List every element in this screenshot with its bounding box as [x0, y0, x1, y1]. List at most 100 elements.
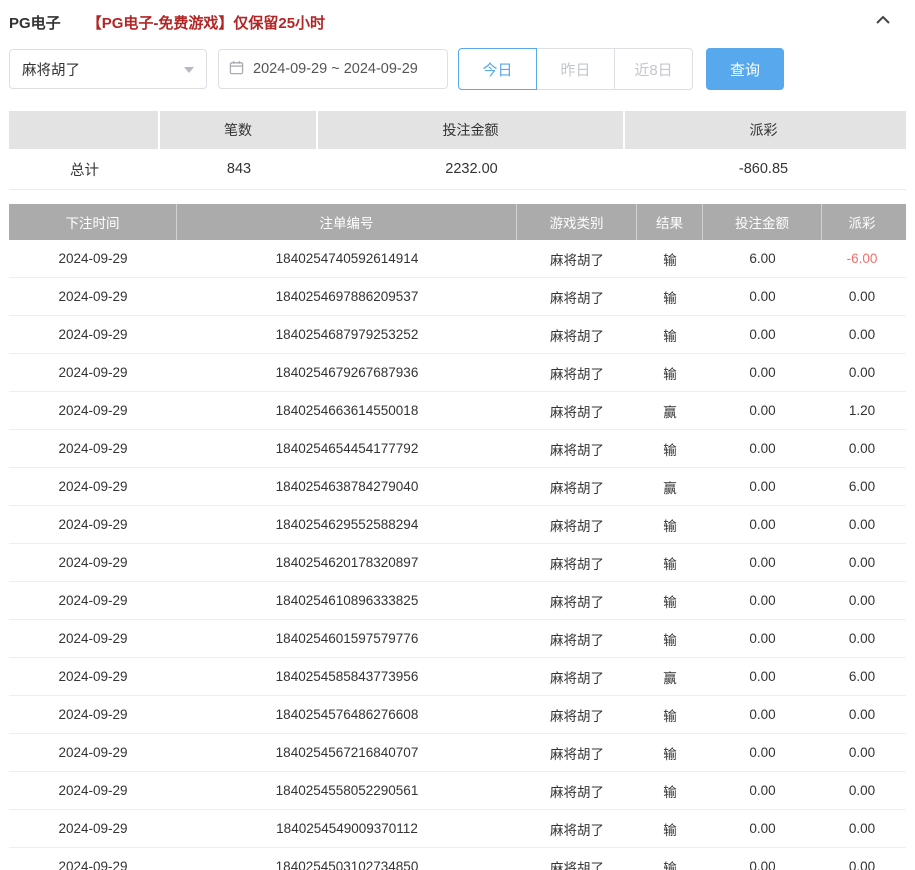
game-type: 麻将胡了: [517, 544, 637, 581]
quick-filter-yesterday[interactable]: 昨日: [536, 48, 615, 90]
bet-payout: 0.00: [822, 506, 902, 543]
bet-result: 输: [637, 316, 703, 353]
bet-date: 2024-09-29: [9, 544, 177, 581]
bet-payout: 6.00: [822, 658, 902, 695]
bet-id: 1840254576486276608: [177, 696, 517, 733]
bet-id: 1840254601597579776: [177, 620, 517, 657]
game-select[interactable]: 麻将胡了: [9, 49, 207, 89]
bet-payout: 0.00: [822, 354, 902, 391]
bet-result: 赢: [637, 392, 703, 429]
bet-result: 输: [637, 240, 703, 277]
bet-date: 2024-09-29: [9, 392, 177, 429]
bet-date: 2024-09-29: [9, 696, 177, 733]
bet-amount: 0.00: [703, 620, 822, 657]
bet-id: 1840254687979253252: [177, 316, 517, 353]
bet-id: 1840254697886209537: [177, 278, 517, 315]
bet-date: 2024-09-29: [9, 810, 177, 847]
date-range-input[interactable]: 2024-09-29 ~ 2024-09-29: [218, 49, 448, 89]
table-row: 2024-09-29 1840254638784279040 麻将胡了 赢 0.…: [9, 468, 906, 506]
date-range-value: 2024-09-29 ~ 2024-09-29: [253, 61, 418, 77]
game-type: 麻将胡了: [517, 468, 637, 505]
summary-row: 总计 843 2232.00 -860.85: [9, 149, 906, 190]
game-type: 麻将胡了: [517, 240, 637, 277]
bet-id: 1840254549009370112: [177, 810, 517, 847]
quick-filter-last8days[interactable]: 近8日: [614, 48, 693, 90]
game-type: 麻将胡了: [517, 734, 637, 771]
bet-result: 赢: [637, 468, 703, 505]
table-row: 2024-09-29 1840254629552588294 麻将胡了 输 0.…: [9, 506, 906, 544]
game-type: 麻将胡了: [517, 620, 637, 657]
bet-result: 输: [637, 430, 703, 467]
bet-amount: 0.00: [703, 354, 822, 391]
bet-payout: 0.00: [822, 620, 902, 657]
bet-payout: 0.00: [822, 772, 902, 809]
table-row: 2024-09-29 1840254654454177792 麻将胡了 输 0.…: [9, 430, 906, 468]
chevron-up-icon: [874, 13, 892, 32]
game-type: 麻将胡了: [517, 810, 637, 847]
table-row: 2024-09-29 1840254610896333825 麻将胡了 输 0.…: [9, 582, 906, 620]
bet-date: 2024-09-29: [9, 582, 177, 619]
summary-header: 笔数 投注金额 派彩: [9, 111, 906, 149]
summary-total-count: 843: [160, 149, 318, 189]
bet-payout: 0.00: [822, 430, 902, 467]
table-row: 2024-09-29 1840254558052290561 麻将胡了 输 0.…: [9, 772, 906, 810]
game-type: 麻将胡了: [517, 354, 637, 391]
bet-amount: 0.00: [703, 278, 822, 315]
bet-result: 输: [637, 696, 703, 733]
bet-result: 输: [637, 848, 703, 870]
bet-amount: 0.00: [703, 810, 822, 847]
bet-id: 1840254740592614914: [177, 240, 517, 277]
table-row: 2024-09-29 1840254663614550018 麻将胡了 赢 0.…: [9, 392, 906, 430]
bet-amount: 0.00: [703, 506, 822, 543]
game-type: 麻将胡了: [517, 848, 637, 870]
bet-result: 输: [637, 278, 703, 315]
table-row: 2024-09-29 1840254601597579776 麻将胡了 输 0.…: [9, 620, 906, 658]
bet-amount: 0.00: [703, 772, 822, 809]
table-row: 2024-09-29 1840254697886209537 麻将胡了 输 0.…: [9, 278, 906, 316]
bet-payout: -6.00: [822, 240, 902, 277]
bet-amount: 0.00: [703, 734, 822, 771]
filter-bar: 麻将胡了 2024-09-29 ~ 2024-09-29 今日 昨日 近8日 查…: [9, 48, 906, 90]
bet-payout: 0.00: [822, 544, 902, 581]
bet-payout: 0.00: [822, 848, 902, 870]
quick-filter-today[interactable]: 今日: [458, 48, 537, 90]
bet-date: 2024-09-29: [9, 506, 177, 543]
retention-notice: 【PG电子-免费游戏】仅保留25小时: [87, 12, 325, 33]
bet-id: 1840254679267687936: [177, 354, 517, 391]
summary-header-count: 笔数: [160, 111, 318, 149]
bet-id: 1840254629552588294: [177, 506, 517, 543]
page: PG电子 【PG电子-免费游戏】仅保留25小时 麻将胡了 2024-09-29 …: [0, 0, 915, 870]
bet-result: 输: [637, 582, 703, 619]
collapse-button[interactable]: [874, 13, 892, 32]
bet-id: 1840254638784279040: [177, 468, 517, 505]
bet-id: 1840254663614550018: [177, 392, 517, 429]
game-type: 麻将胡了: [517, 278, 637, 315]
table-row: 2024-09-29 1840254549009370112 麻将胡了 输 0.…: [9, 810, 906, 848]
table-row: 2024-09-29 1840254687979253252 麻将胡了 输 0.…: [9, 316, 906, 354]
col-header-game: 游戏类别: [517, 204, 637, 240]
bet-date: 2024-09-29: [9, 240, 177, 277]
bet-payout: 0.00: [822, 696, 902, 733]
col-header-payout: 派彩: [822, 204, 902, 240]
bet-date: 2024-09-29: [9, 848, 177, 870]
page-title: PG电子: [9, 12, 61, 33]
game-type: 麻将胡了: [517, 430, 637, 467]
summary-total-amount: 2232.00: [318, 149, 625, 189]
bet-result: 赢: [637, 658, 703, 695]
chevron-down-icon: [184, 61, 194, 77]
bet-date: 2024-09-29: [9, 620, 177, 657]
bet-amount: 0.00: [703, 392, 822, 429]
quick-filter-group: 今日 昨日 近8日: [458, 48, 693, 90]
bet-amount: 0.00: [703, 544, 822, 581]
bet-amount: 0.00: [703, 658, 822, 695]
bet-date: 2024-09-29: [9, 316, 177, 353]
bet-amount: 6.00: [703, 240, 822, 277]
table-row: 2024-09-29 1840254585843773956 麻将胡了 赢 0.…: [9, 658, 906, 696]
calendar-icon: [229, 60, 253, 79]
bet-date: 2024-09-29: [9, 734, 177, 771]
bet-result: 输: [637, 506, 703, 543]
search-button[interactable]: 查询: [706, 48, 784, 90]
game-type: 麻将胡了: [517, 392, 637, 429]
table-row: 2024-09-29 1840254620178320897 麻将胡了 输 0.…: [9, 544, 906, 582]
col-header-amount: 投注金额: [703, 204, 822, 240]
